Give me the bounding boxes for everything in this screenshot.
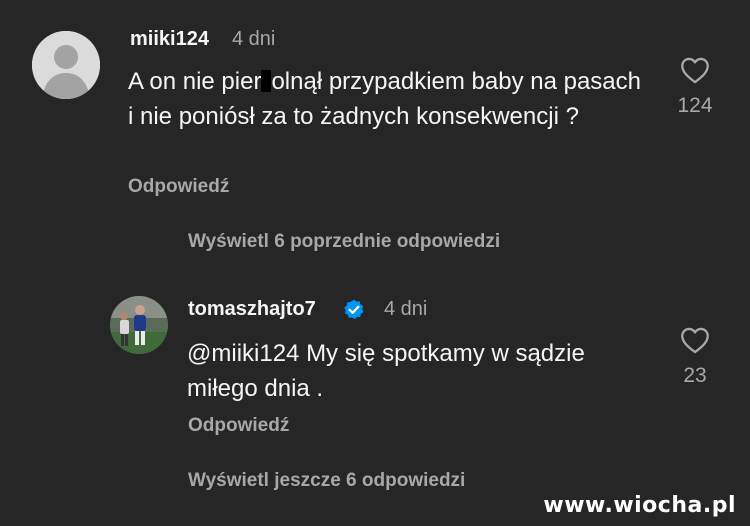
comment-text: A on nie pier olnął przypadkiem baby na p… <box>128 64 648 134</box>
comment-text-part1: A on nie pier <box>128 68 262 95</box>
reply-button[interactable]: Odpowiedź <box>128 176 229 198</box>
like-column: 23 <box>665 326 725 388</box>
view-previous-replies[interactable]: Wyświetl 6 poprzednie odpowiedzi <box>188 231 500 253</box>
heart-icon[interactable] <box>679 326 711 354</box>
avatar[interactable] <box>110 296 168 354</box>
comment-text: @miiki124 My się spotkamy w sądzie miłeg… <box>187 340 585 402</box>
timestamp: 4 dni <box>232 28 276 50</box>
heart-icon[interactable] <box>679 56 711 84</box>
username[interactable]: miiki124 <box>130 28 209 51</box>
watermark: www.wiocha.pl <box>543 493 736 518</box>
reply-button[interactable]: Odpowiedź <box>188 415 289 437</box>
timestamp: 4 dni <box>384 298 428 320</box>
football-player-photo-icon <box>110 296 168 354</box>
comment-miiki124: miiki124 4 dni A on nie pier olnął przypa… <box>0 0 750 220</box>
view-more-replies[interactable]: Wyświetl jeszcze 6 odpowiedzi <box>188 470 465 492</box>
censor-block <box>261 70 272 92</box>
like-count: 23 <box>683 364 707 387</box>
avatar[interactable] <box>32 31 100 99</box>
like-count: 124 <box>677 94 713 117</box>
default-user-avatar-icon <box>32 31 100 99</box>
like-column: 124 <box>665 56 725 118</box>
username[interactable]: tomaszhajto7 <box>188 298 316 321</box>
comment-tomaszhajto7: tomaszhajto7 4 dni @miiki124 My się spot… <box>0 280 750 450</box>
verified-badge-icon <box>344 299 364 320</box>
